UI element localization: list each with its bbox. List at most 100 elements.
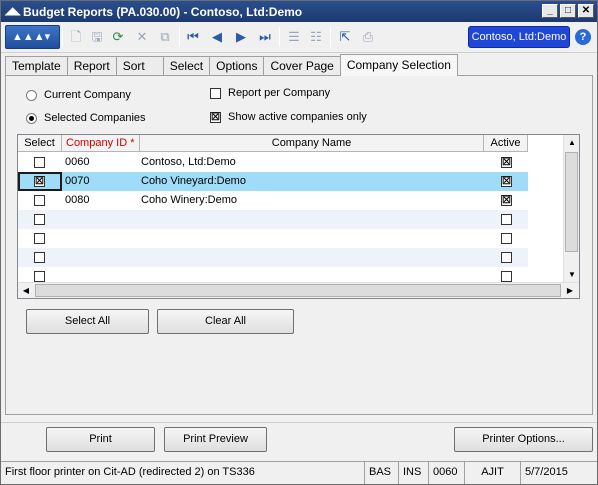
header-select[interactable]: Select (18, 135, 62, 152)
table-row[interactable] (18, 229, 528, 248)
save-icon[interactable]: 🖫 (88, 28, 106, 46)
show-active-only-label: Show active companies only (228, 111, 367, 123)
company-name-cell (140, 210, 484, 229)
company-name-cell (140, 229, 484, 248)
company-badge[interactable]: Contoso, Ltd:Demo (468, 26, 570, 48)
grid-header: Select Company ID * Company Name Active (18, 135, 528, 152)
clear-all-button[interactable]: Clear All (157, 309, 294, 334)
tab-options[interactable]: Options (209, 56, 265, 76)
header-company-id[interactable]: Company ID * (62, 135, 140, 152)
insert-row-icon[interactable]: ☰ (285, 28, 303, 46)
row-select-checkbox[interactable] (34, 214, 45, 225)
table-row[interactable]: ☒ 0070 Coho Vineyard:Demo ☒ (18, 172, 528, 191)
report-per-company-label: Report per Company (228, 87, 331, 99)
status-mode: BAS (365, 462, 399, 484)
first-record-icon[interactable]: ⏮ (184, 28, 202, 46)
tab-company-selection[interactable]: Company Selection (339, 54, 458, 76)
row-select-checkbox[interactable] (34, 252, 45, 263)
tab-template[interactable]: Template (5, 56, 68, 76)
close-button[interactable]: ✕ (578, 4, 594, 18)
scroll-right-icon[interactable]: ▶ (562, 283, 578, 298)
tab-cover-page[interactable]: Cover Page (263, 56, 341, 76)
tab-sort[interactable]: Sort (115, 56, 164, 76)
checkbox-box: ☒ (210, 111, 221, 123)
header-company-name[interactable]: Company Name (140, 135, 484, 152)
tab-report[interactable]: Report (66, 56, 117, 76)
last-record-icon[interactable]: ⏭ (256, 28, 274, 46)
scroll-up-icon[interactable]: ▲ (564, 135, 579, 151)
table-row[interactable]: 0080 Coho Winery:Demo ☒ (18, 191, 528, 210)
row-active-checkbox: ☒ (501, 195, 512, 206)
status-date: 5/7/2015 (525, 466, 568, 478)
select-all-button[interactable]: Select All (26, 309, 149, 334)
application-menu-button[interactable]: ▲▲▲▾ (5, 25, 60, 49)
delete-row-icon[interactable]: ☷ (307, 28, 325, 46)
table-row[interactable] (18, 210, 528, 229)
printer-options-button[interactable]: Printer Options... (454, 427, 593, 452)
print-template-icon[interactable]: ⎙ (359, 28, 377, 46)
toolbar-separator (279, 27, 280, 47)
report-per-company-checkbox[interactable]: Report per Company (210, 87, 330, 99)
company-name-cell: Contoso, Ltd:Demo (141, 156, 236, 168)
vertical-scrollbar[interactable]: ▲ ▼ (563, 135, 579, 283)
row-active-checkbox: ☒ (501, 176, 512, 187)
radio-indicator (26, 89, 37, 101)
scroll-thumb[interactable] (35, 284, 561, 297)
tab-select[interactable]: Select (162, 56, 211, 76)
selected-companies-radio[interactable]: Selected Companies (26, 112, 146, 124)
app-icon: ◢◣ (5, 5, 21, 17)
company-id-cell[interactable] (62, 229, 140, 248)
show-active-only-checkbox[interactable]: ☒ Show active companies only (210, 111, 367, 123)
company-id-cell[interactable]: 0060 (62, 153, 140, 172)
tab-strip: Template Report Sort Select Options Cove… (5, 54, 458, 76)
table-row[interactable] (18, 248, 528, 267)
status-company: 0060 (429, 462, 465, 484)
new-icon[interactable]: 🗋 (67, 28, 85, 46)
refresh-icon[interactable]: ⟳ (109, 28, 127, 46)
previous-record-icon[interactable]: ◀ (208, 28, 226, 46)
company-selection-panel: Current Company Selected Companies Repor… (5, 75, 593, 415)
row-select-checkbox[interactable] (34, 233, 45, 244)
company-name-cell: Coho Vineyard:Demo (141, 175, 246, 187)
company-id-cell[interactable]: 0080 (62, 191, 140, 210)
company-name-cell: Coho Winery:Demo (141, 194, 237, 206)
help-icon[interactable]: ? (575, 29, 591, 45)
budget-reports-window: ◢◣ Budget Reports (PA.030.00) - Contoso,… (0, 0, 598, 485)
title-bar: ◢◣ Budget Reports (PA.030.00) - Contoso,… (1, 1, 597, 22)
action-bar: Print Print Preview Printer Options... (1, 422, 597, 458)
scroll-left-icon[interactable]: ◀ (18, 283, 34, 298)
row-active-checkbox (501, 252, 512, 263)
company-id-cell[interactable]: 0070 (62, 172, 140, 191)
delete-icon[interactable]: ✕ (133, 28, 151, 46)
scroll-down-icon[interactable]: ▼ (564, 267, 579, 283)
radio-indicator (26, 112, 37, 124)
status-ins: INS (399, 462, 429, 484)
print-preview-button[interactable]: Print Preview (164, 427, 267, 452)
company-grid: Select Company ID * Company Name Active … (17, 134, 580, 299)
table-row[interactable]: 0060 Contoso, Ltd:Demo ☒ (18, 153, 528, 172)
row-select-checkbox[interactable] (34, 157, 45, 168)
window-controls: _ □ ✕ (542, 4, 594, 18)
toolbar: ▲▲▲▾ 🗋 🖫 ⟳ ✕ ⧉ ⏮ ◀ ▶ ⏭ ☰ ☷ ⇱ ⎙ Contoso, … (1, 22, 597, 53)
maximize-button[interactable]: □ (560, 4, 576, 18)
company-id-cell[interactable] (62, 248, 140, 267)
scroll-thumb[interactable] (565, 152, 578, 252)
status-bar: First floor printer on Cit-AD (redirecte… (1, 461, 597, 484)
copy-icon[interactable]: ⧉ (156, 28, 174, 46)
print-button[interactable]: Print (46, 427, 155, 452)
current-company-label: Current Company (44, 89, 131, 101)
row-select-checkbox[interactable]: ☒ (34, 176, 45, 187)
company-id-cell[interactable] (62, 210, 140, 229)
window-title: Budget Reports (PA.030.00) - Contoso, Lt… (23, 4, 303, 19)
header-active[interactable]: Active (484, 135, 528, 152)
toolbar-separator (330, 27, 331, 47)
row-select-checkbox[interactable] (34, 271, 45, 282)
minimize-button[interactable]: _ (542, 4, 558, 18)
current-company-radio[interactable]: Current Company (26, 89, 131, 101)
checkbox-box (210, 87, 221, 99)
row-select-checkbox[interactable] (34, 195, 45, 206)
horizontal-scrollbar[interactable]: ◀ ▶ (18, 282, 579, 298)
row-active-checkbox (501, 271, 512, 282)
export-icon[interactable]: ⇱ (336, 28, 354, 46)
next-record-icon[interactable]: ▶ (232, 28, 250, 46)
